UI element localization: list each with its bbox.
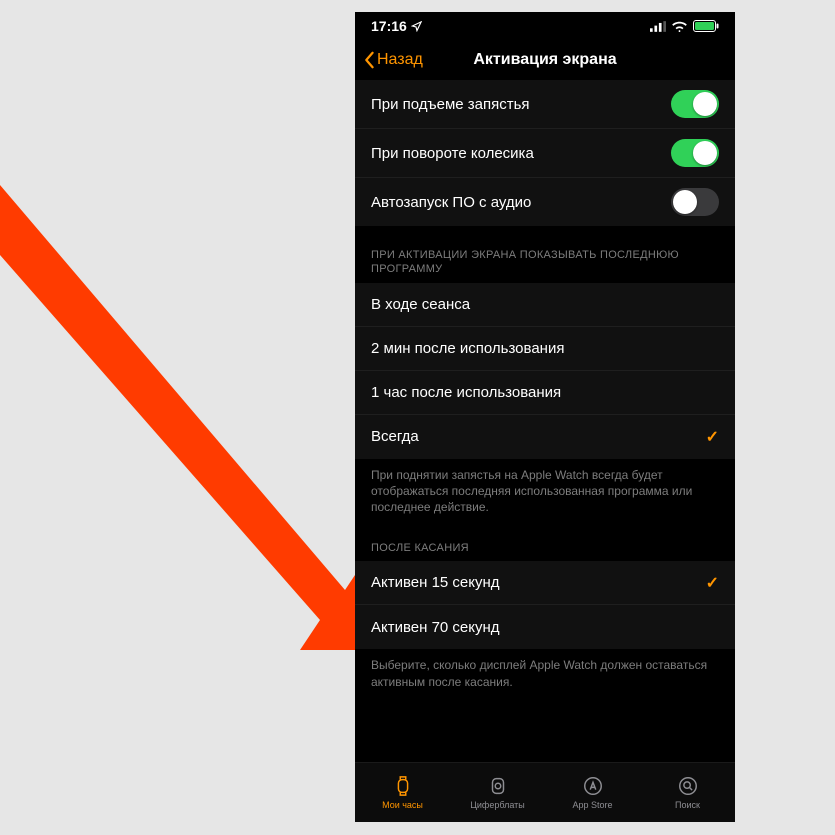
appstore-icon	[581, 775, 605, 797]
nav-bar: Назад Активация экрана	[355, 40, 735, 80]
tab-bar: Мои часы Циферблаты App Store Поиск	[355, 762, 735, 822]
tab-faces[interactable]: Циферблаты	[450, 763, 545, 822]
tab-label: App Store	[572, 800, 612, 810]
wifi-icon	[672, 21, 687, 32]
option-row-15sec[interactable]: Активен 15 секунд ✓	[355, 561, 735, 605]
search-icon	[676, 775, 700, 797]
toggle-switch[interactable]	[671, 188, 719, 216]
section-footer-last-app: При поднятии запястья на Apple Watch все…	[355, 459, 735, 520]
tab-label: Циферблаты	[470, 800, 525, 810]
back-button[interactable]: Назад	[363, 51, 423, 69]
cellular-icon	[650, 21, 666, 32]
status-bar: 17:16	[355, 12, 735, 40]
phone-frame: 17:16 Назад Активация экрана При подъеме…	[355, 12, 735, 822]
toggle-label: Автозапуск ПО с аудио	[371, 194, 531, 211]
option-label: Активен 15 секунд	[371, 574, 500, 591]
option-group-last-app: В ходе сеанса 2 мин после использования …	[355, 283, 735, 459]
option-row-always[interactable]: Всегда ✓	[355, 415, 735, 459]
settings-content: При подъеме запястья При повороте колеси…	[355, 80, 735, 762]
section-header-after-tap: ПОСЛЕ КАСАНИЯ	[355, 519, 735, 561]
back-label: Назад	[377, 51, 423, 69]
tab-search[interactable]: Поиск	[640, 763, 735, 822]
option-row-2min[interactable]: 2 мин после использования	[355, 327, 735, 371]
toggle-group: При подъеме запястья При повороте колеси…	[355, 80, 735, 226]
option-label: 2 мин после использования	[371, 340, 564, 357]
watch-icon	[391, 775, 415, 797]
battery-icon	[693, 20, 719, 32]
tab-label: Мои часы	[382, 800, 423, 810]
option-row-session[interactable]: В ходе сеанса	[355, 283, 735, 327]
option-label: Всегда	[371, 428, 419, 445]
section-header-last-app: ПРИ АКТИВАЦИИ ЭКРАНА ПОКАЗЫВАТЬ ПОСЛЕДНЮ…	[355, 226, 735, 283]
tab-label: Поиск	[675, 800, 700, 810]
option-row-70sec[interactable]: Активен 70 секунд	[355, 605, 735, 649]
checkmark-icon: ✓	[706, 427, 719, 447]
option-label: 1 час после использования	[371, 384, 561, 401]
toggle-row-audio-autostart[interactable]: Автозапуск ПО с аудио	[355, 178, 735, 226]
toggle-row-wrist-raise[interactable]: При подъеме запястья	[355, 80, 735, 129]
tab-app-store[interactable]: App Store	[545, 763, 640, 822]
watchface-icon	[486, 775, 510, 797]
chevron-left-icon	[363, 51, 375, 69]
toggle-switch[interactable]	[671, 90, 719, 118]
section-footer-after-tap: Выберите, сколько дисплей Apple Watch до…	[355, 649, 735, 693]
option-row-1hour[interactable]: 1 час после использования	[355, 371, 735, 415]
checkmark-icon: ✓	[706, 573, 719, 593]
tab-my-watch[interactable]: Мои часы	[355, 763, 450, 822]
toggle-label: При повороте колесика	[371, 145, 534, 162]
status-time: 17:16	[371, 18, 407, 34]
toggle-switch[interactable]	[671, 139, 719, 167]
location-icon	[411, 21, 422, 32]
option-group-after-tap: Активен 15 секунд ✓ Активен 70 секунд	[355, 561, 735, 649]
toggle-label: При подъеме запястья	[371, 96, 530, 113]
option-label: Активен 70 секунд	[371, 619, 500, 636]
option-label: В ходе сеанса	[371, 296, 470, 313]
toggle-row-crown-rotate[interactable]: При повороте колесика	[355, 129, 735, 178]
